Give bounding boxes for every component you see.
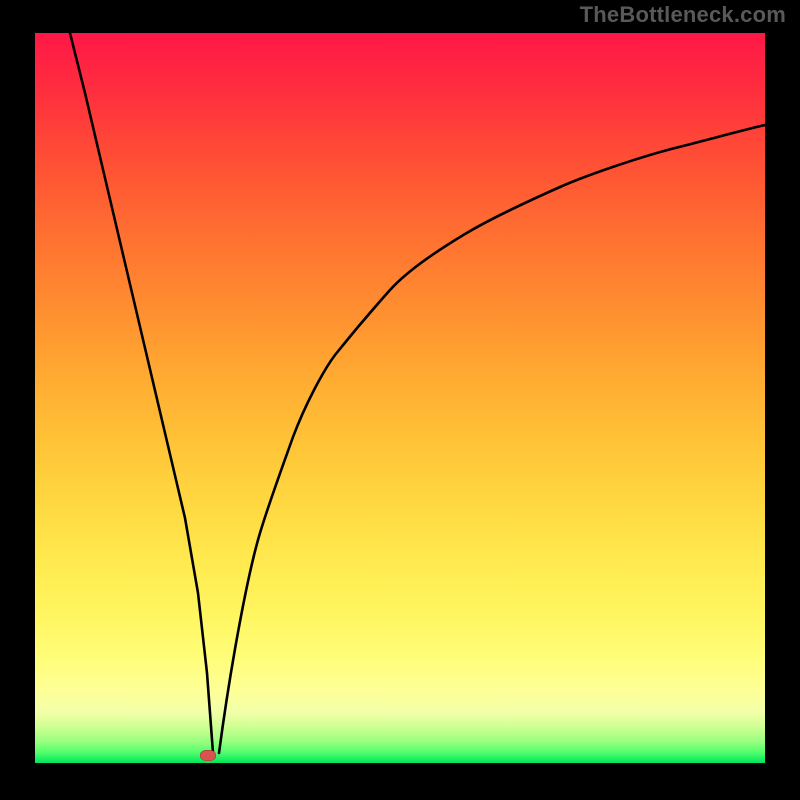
chart-container: TheBottleneck.com (0, 0, 800, 800)
watermark-text: TheBottleneck.com (580, 2, 786, 28)
bottleneck-curve (35, 33, 765, 763)
plot-area (35, 33, 765, 763)
curve-left-branch (70, 33, 213, 753)
minimum-marker-dot (200, 750, 216, 761)
curve-right-branch (219, 125, 765, 753)
